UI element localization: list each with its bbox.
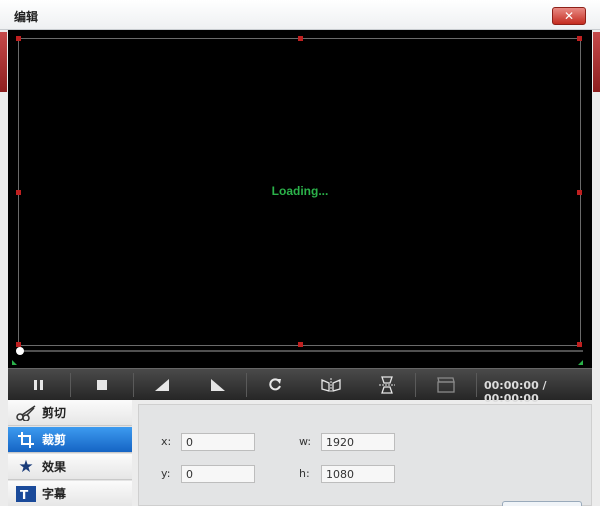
text-icon: T: [16, 485, 36, 503]
rotate-icon: [269, 378, 281, 391]
loading-text: Loading...: [271, 184, 329, 198]
flip-horizontal-icon: [321, 378, 341, 392]
stop-button[interactable]: [71, 369, 133, 401]
y-input[interactable]: [181, 465, 255, 483]
w-input[interactable]: [321, 433, 395, 451]
apply-button[interactable]: [502, 501, 582, 506]
w-label: w:: [299, 435, 312, 448]
y-label: y:: [161, 467, 171, 480]
x-input[interactable]: [181, 433, 255, 451]
h-input[interactable]: [321, 465, 395, 483]
frame-accent-left: [0, 32, 7, 92]
sidebar-item-effects[interactable]: ★ 效果: [8, 454, 132, 480]
sidebar-item-label: 效果: [42, 460, 67, 474]
flip-horizontal-button[interactable]: [303, 369, 359, 401]
edit-sidebar: 剪切 裁剪 ★ 效果 T 字幕: [8, 400, 132, 506]
crop-handle-top[interactable]: [298, 36, 303, 41]
crop-handle-bottom[interactable]: [298, 342, 303, 347]
pause-button[interactable]: [8, 369, 70, 401]
sidebar-item-trim[interactable]: 剪切: [8, 400, 132, 426]
sidebar-item-subtitle[interactable]: T 字幕: [8, 481, 132, 506]
frame-accent-right: [593, 32, 600, 92]
trim-start-button[interactable]: [134, 369, 190, 401]
scissors-icon: [16, 404, 36, 422]
sidebar-item-label: 裁剪: [42, 433, 67, 447]
crop-handle-bottom-right[interactable]: [577, 342, 582, 347]
playback-toolbar: 00:00:00 / 00:00:00: [8, 368, 592, 405]
x-label: x:: [161, 435, 172, 448]
crop-handle-top-left[interactable]: [16, 36, 21, 41]
video-preview: Loading...: [8, 30, 592, 368]
wedge-left-icon: [155, 379, 169, 391]
star-icon: ★: [18, 456, 34, 477]
pause-icon: [34, 380, 43, 390]
snapshot-button[interactable]: [416, 369, 476, 401]
wedge-right-icon: [211, 379, 225, 391]
trim-end-button[interactable]: [190, 369, 246, 401]
crop-icon: [16, 431, 36, 449]
h-label: h:: [299, 467, 310, 480]
svg-text:T: T: [20, 488, 29, 502]
stop-icon: [97, 380, 107, 390]
playback-time: 00:00:00 / 00:00:00: [484, 379, 547, 405]
toolbar-divider: [476, 373, 477, 397]
crop-handle-top-right[interactable]: [577, 36, 582, 41]
flip-vertical-icon: [379, 376, 395, 394]
crop-settings-panel: x: w: y: h:: [138, 404, 592, 506]
title-bar: 编辑 ✕: [0, 0, 600, 30]
sidebar-item-crop[interactable]: 裁剪: [8, 427, 132, 453]
sidebar-item-label: 字幕: [42, 487, 67, 501]
trim-end-marker[interactable]: [578, 360, 583, 365]
close-button[interactable]: ✕: [552, 7, 586, 25]
trim-start-marker[interactable]: [12, 360, 17, 365]
rotate-button[interactable]: [247, 369, 303, 401]
clapper-icon: [437, 377, 455, 393]
timeline-thumb[interactable]: [16, 347, 24, 355]
timeline-track[interactable]: [18, 350, 583, 352]
flip-vertical-button[interactable]: [359, 369, 415, 401]
window-title: 编辑: [14, 10, 39, 24]
sidebar-item-label: 剪切: [42, 406, 67, 420]
